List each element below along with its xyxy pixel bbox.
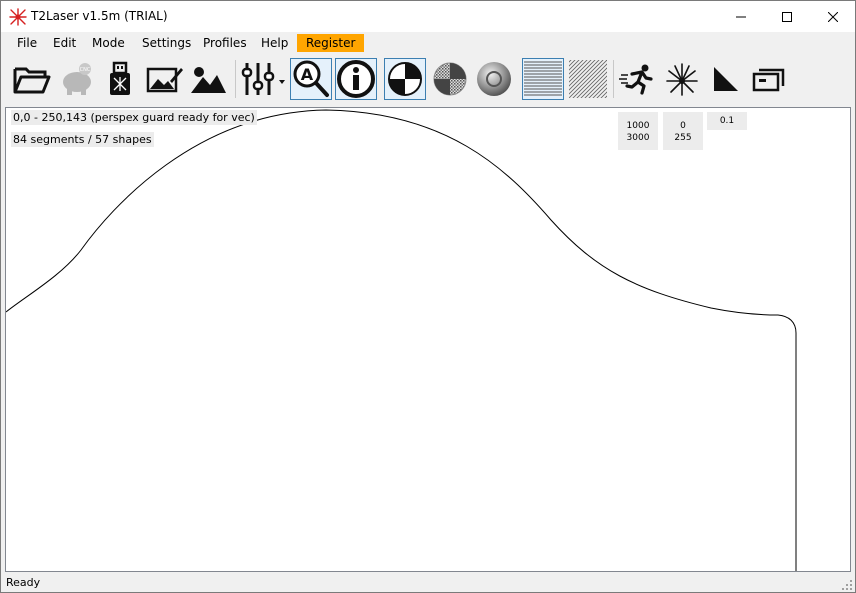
horizontal-lines-icon (524, 61, 562, 96)
image-button[interactable] (187, 58, 229, 100)
vector-shape-outline (6, 109, 797, 571)
close-button[interactable] (810, 1, 856, 32)
zoom-text-button[interactable]: A (290, 58, 332, 100)
laser-test-button[interactable] (661, 58, 703, 100)
menu-mode[interactable]: Mode (85, 34, 132, 52)
power-setting[interactable]: 0 255 (663, 112, 703, 150)
minimize-button[interactable] (718, 1, 764, 32)
svg-text:A: A (301, 65, 314, 84)
laser-burst-icon (666, 63, 698, 96)
zoom-text-icon: A (293, 60, 329, 97)
open-button[interactable] (11, 58, 53, 100)
menu-profiles[interactable]: Profiles (196, 34, 254, 52)
toolbar-separator (235, 60, 236, 98)
checker-contrast-icon (388, 62, 422, 96)
open-folder-icon (13, 67, 51, 94)
ramp-icon (714, 67, 738, 91)
minimize-icon (736, 16, 746, 17)
bounds-info: 0,0 - 250,143 (perspex guard ready for v… (11, 110, 257, 125)
save-button[interactable]: CNC (56, 58, 98, 100)
frame-icon (752, 68, 785, 92)
diagonal-lines-icon (569, 60, 607, 98)
dither-mode-button[interactable] (429, 58, 471, 100)
register-menu-button[interactable]: Register (297, 34, 365, 52)
run-button[interactable] (617, 58, 659, 100)
info-button[interactable] (335, 58, 377, 100)
menu-help[interactable]: Help (254, 34, 295, 52)
svg-text:CNC: CNC (80, 67, 91, 73)
resize-grip-icon[interactable] (842, 580, 852, 590)
speed-bottom-value: 3000 (626, 133, 650, 143)
image-landscape-icon (191, 67, 226, 93)
menu-settings[interactable]: Settings (135, 34, 198, 52)
piggy-bank-icon: CNC (63, 63, 91, 95)
diagonal-raster-button[interactable] (567, 58, 609, 100)
speed-setting[interactable]: 1000 3000 (618, 112, 658, 150)
speed-top-value: 1000 (626, 121, 650, 131)
step-setting[interactable]: 0.1 (707, 112, 747, 130)
segments-info: 84 segments / 57 shapes (11, 132, 154, 147)
running-man-icon (619, 64, 653, 95)
threshold-mode-button[interactable] (384, 58, 426, 100)
toolbar: CNC A (1, 54, 855, 104)
laser-logo-icon (9, 8, 27, 26)
status-bar: Ready (1, 573, 855, 592)
app-window: T2Laser v1.5m (TRIAL) File Edit Mode Set… (0, 0, 856, 593)
usb-laser-icon (110, 61, 130, 95)
power-top-value: 0 (680, 121, 686, 131)
grayscale-mode-button[interactable] (473, 58, 515, 100)
dither-contrast-icon (433, 62, 467, 96)
adjust-dropdown-button[interactable] (239, 58, 289, 100)
title-bar: T2Laser v1.5m (TRIAL) (1, 1, 855, 32)
connect-button[interactable] (100, 58, 142, 100)
edit-image-button[interactable] (143, 58, 185, 100)
ramp-button[interactable] (705, 58, 747, 100)
info-icon (337, 60, 375, 98)
edit-image-icon (146, 67, 183, 93)
sliders-icon (241, 63, 285, 95)
toolbar-separator (613, 60, 614, 98)
maximize-icon (782, 11, 792, 22)
menu-file[interactable]: File (10, 34, 44, 52)
maximize-button[interactable] (764, 1, 810, 32)
frame-button[interactable] (749, 58, 791, 100)
close-icon (828, 11, 838, 22)
horizontal-raster-button[interactable] (522, 58, 564, 100)
status-text: Ready (6, 576, 41, 589)
sphere-icon (477, 62, 511, 96)
power-bottom-value: 255 (674, 133, 692, 143)
design-canvas[interactable]: 0,0 - 250,143 (perspex guard ready for v… (5, 107, 851, 572)
window-title: T2Laser v1.5m (TRIAL) (31, 9, 168, 23)
step-value: 0.1 (719, 116, 735, 126)
menu-edit[interactable]: Edit (46, 34, 83, 52)
menu-bar: File Edit Mode Settings Profiles Help Re… (1, 32, 855, 54)
